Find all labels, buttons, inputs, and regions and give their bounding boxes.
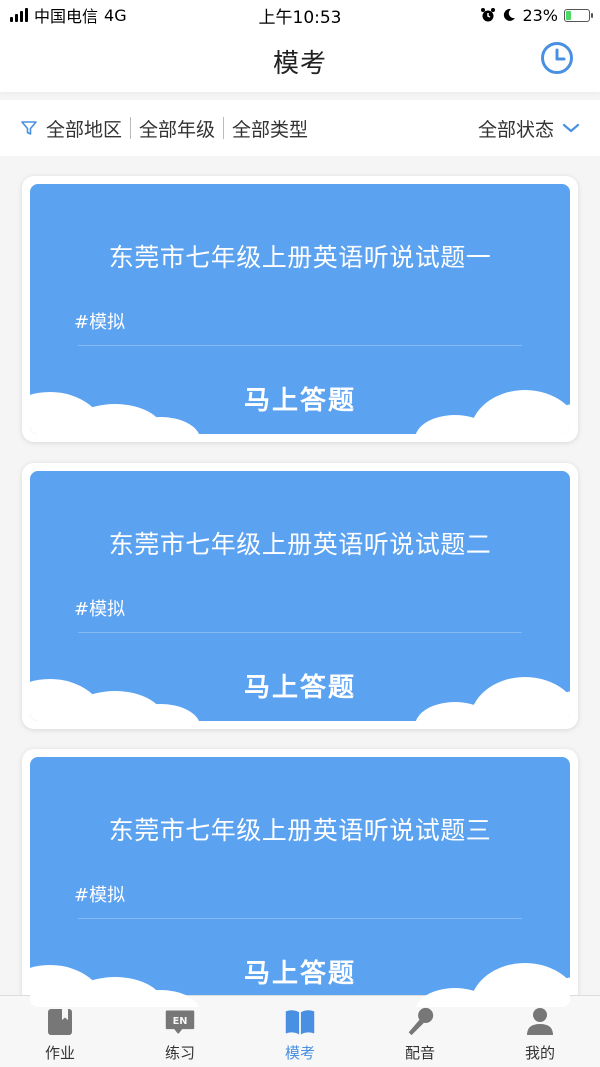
status-right: 23% — [480, 5, 593, 25]
exam-card[interactable]: 东莞市七年级上册英语听说试题三 #模拟 马上答题 — [22, 749, 578, 1015]
exam-card[interactable]: 东莞市七年级上册英语听说试题一 #模拟 马上答题 — [22, 176, 578, 442]
filter-status-dropdown[interactable]: 全部状态 — [478, 115, 580, 142]
exam-card[interactable]: 东莞市七年级上册英语听说试题二 #模拟 马上答题 — [22, 463, 578, 729]
exam-card-body: 东莞市七年级上册英语听说试题三 #模拟 马上答题 — [30, 757, 570, 1007]
network-label: 4G — [104, 5, 127, 25]
svg-text:EN: EN — [173, 1016, 188, 1027]
bookmark-icon — [44, 1006, 76, 1038]
start-exam-button[interactable]: 马上答题 — [30, 953, 570, 990]
page-title: 模考 — [272, 48, 327, 79]
filter-bar: 全部地区 全部年级 全部类型 全部状态 — [0, 100, 600, 156]
clock-icon — [541, 42, 573, 74]
tab-label: 我的 — [524, 1044, 555, 1062]
filter-divider — [223, 117, 225, 139]
status-left: 中国电信 4G — [10, 3, 127, 27]
status-bar: 中国电信 4G 上午10:53 23% — [0, 0, 600, 30]
history-button[interactable] — [539, 40, 575, 76]
moon-icon — [504, 8, 516, 21]
card-divider — [78, 918, 522, 919]
tab-label: 练习 — [164, 1044, 195, 1062]
filter-type[interactable]: 全部类型 — [232, 115, 308, 142]
user-icon — [524, 1006, 556, 1038]
filter-status-label: 全部状态 — [477, 118, 554, 141]
filter-region[interactable]: 全部地区 — [46, 115, 122, 142]
signal-icon — [10, 8, 28, 22]
exam-card-body: 东莞市七年级上册英语听说试题一 #模拟 马上答题 — [30, 184, 570, 434]
start-exam-button[interactable]: 马上答题 — [30, 380, 570, 417]
exam-card-body: 东莞市七年级上册英语听说试题二 #模拟 马上答题 — [30, 471, 570, 721]
tab-label: 模考 — [284, 1044, 315, 1062]
filter-grade[interactable]: 全部年级 — [139, 115, 215, 142]
tab-label: 配音 — [404, 1044, 435, 1062]
card-divider — [78, 632, 522, 633]
tab-label: 作业 — [44, 1044, 75, 1062]
carrier-label: 中国电信 — [34, 7, 99, 26]
exam-title: 东莞市七年级上册英语听说试题三 — [108, 816, 492, 845]
exam-title: 东莞市七年级上册英语听说试题一 — [108, 243, 492, 272]
card-divider — [78, 345, 522, 346]
exam-tag: #模拟 — [74, 599, 126, 620]
book-icon — [284, 1006, 316, 1038]
nav-bar: 模考 — [0, 30, 600, 92]
funnel-icon — [21, 121, 37, 135]
filter-divider — [130, 117, 132, 139]
start-exam-button[interactable]: 马上答题 — [30, 667, 570, 704]
en-icon: EN — [164, 1006, 196, 1038]
chevron-down-icon — [562, 123, 580, 133]
exam-title: 东莞市七年级上册英语听说试题二 — [108, 530, 492, 559]
alarm-icon — [481, 8, 496, 22]
battery-icon — [564, 8, 593, 22]
exam-tag: #模拟 — [74, 312, 126, 333]
exam-tag: #模拟 — [74, 885, 126, 906]
microphone-icon — [404, 1006, 436, 1038]
battery-percent: 23% — [522, 5, 558, 25]
battery-level — [566, 10, 572, 20]
